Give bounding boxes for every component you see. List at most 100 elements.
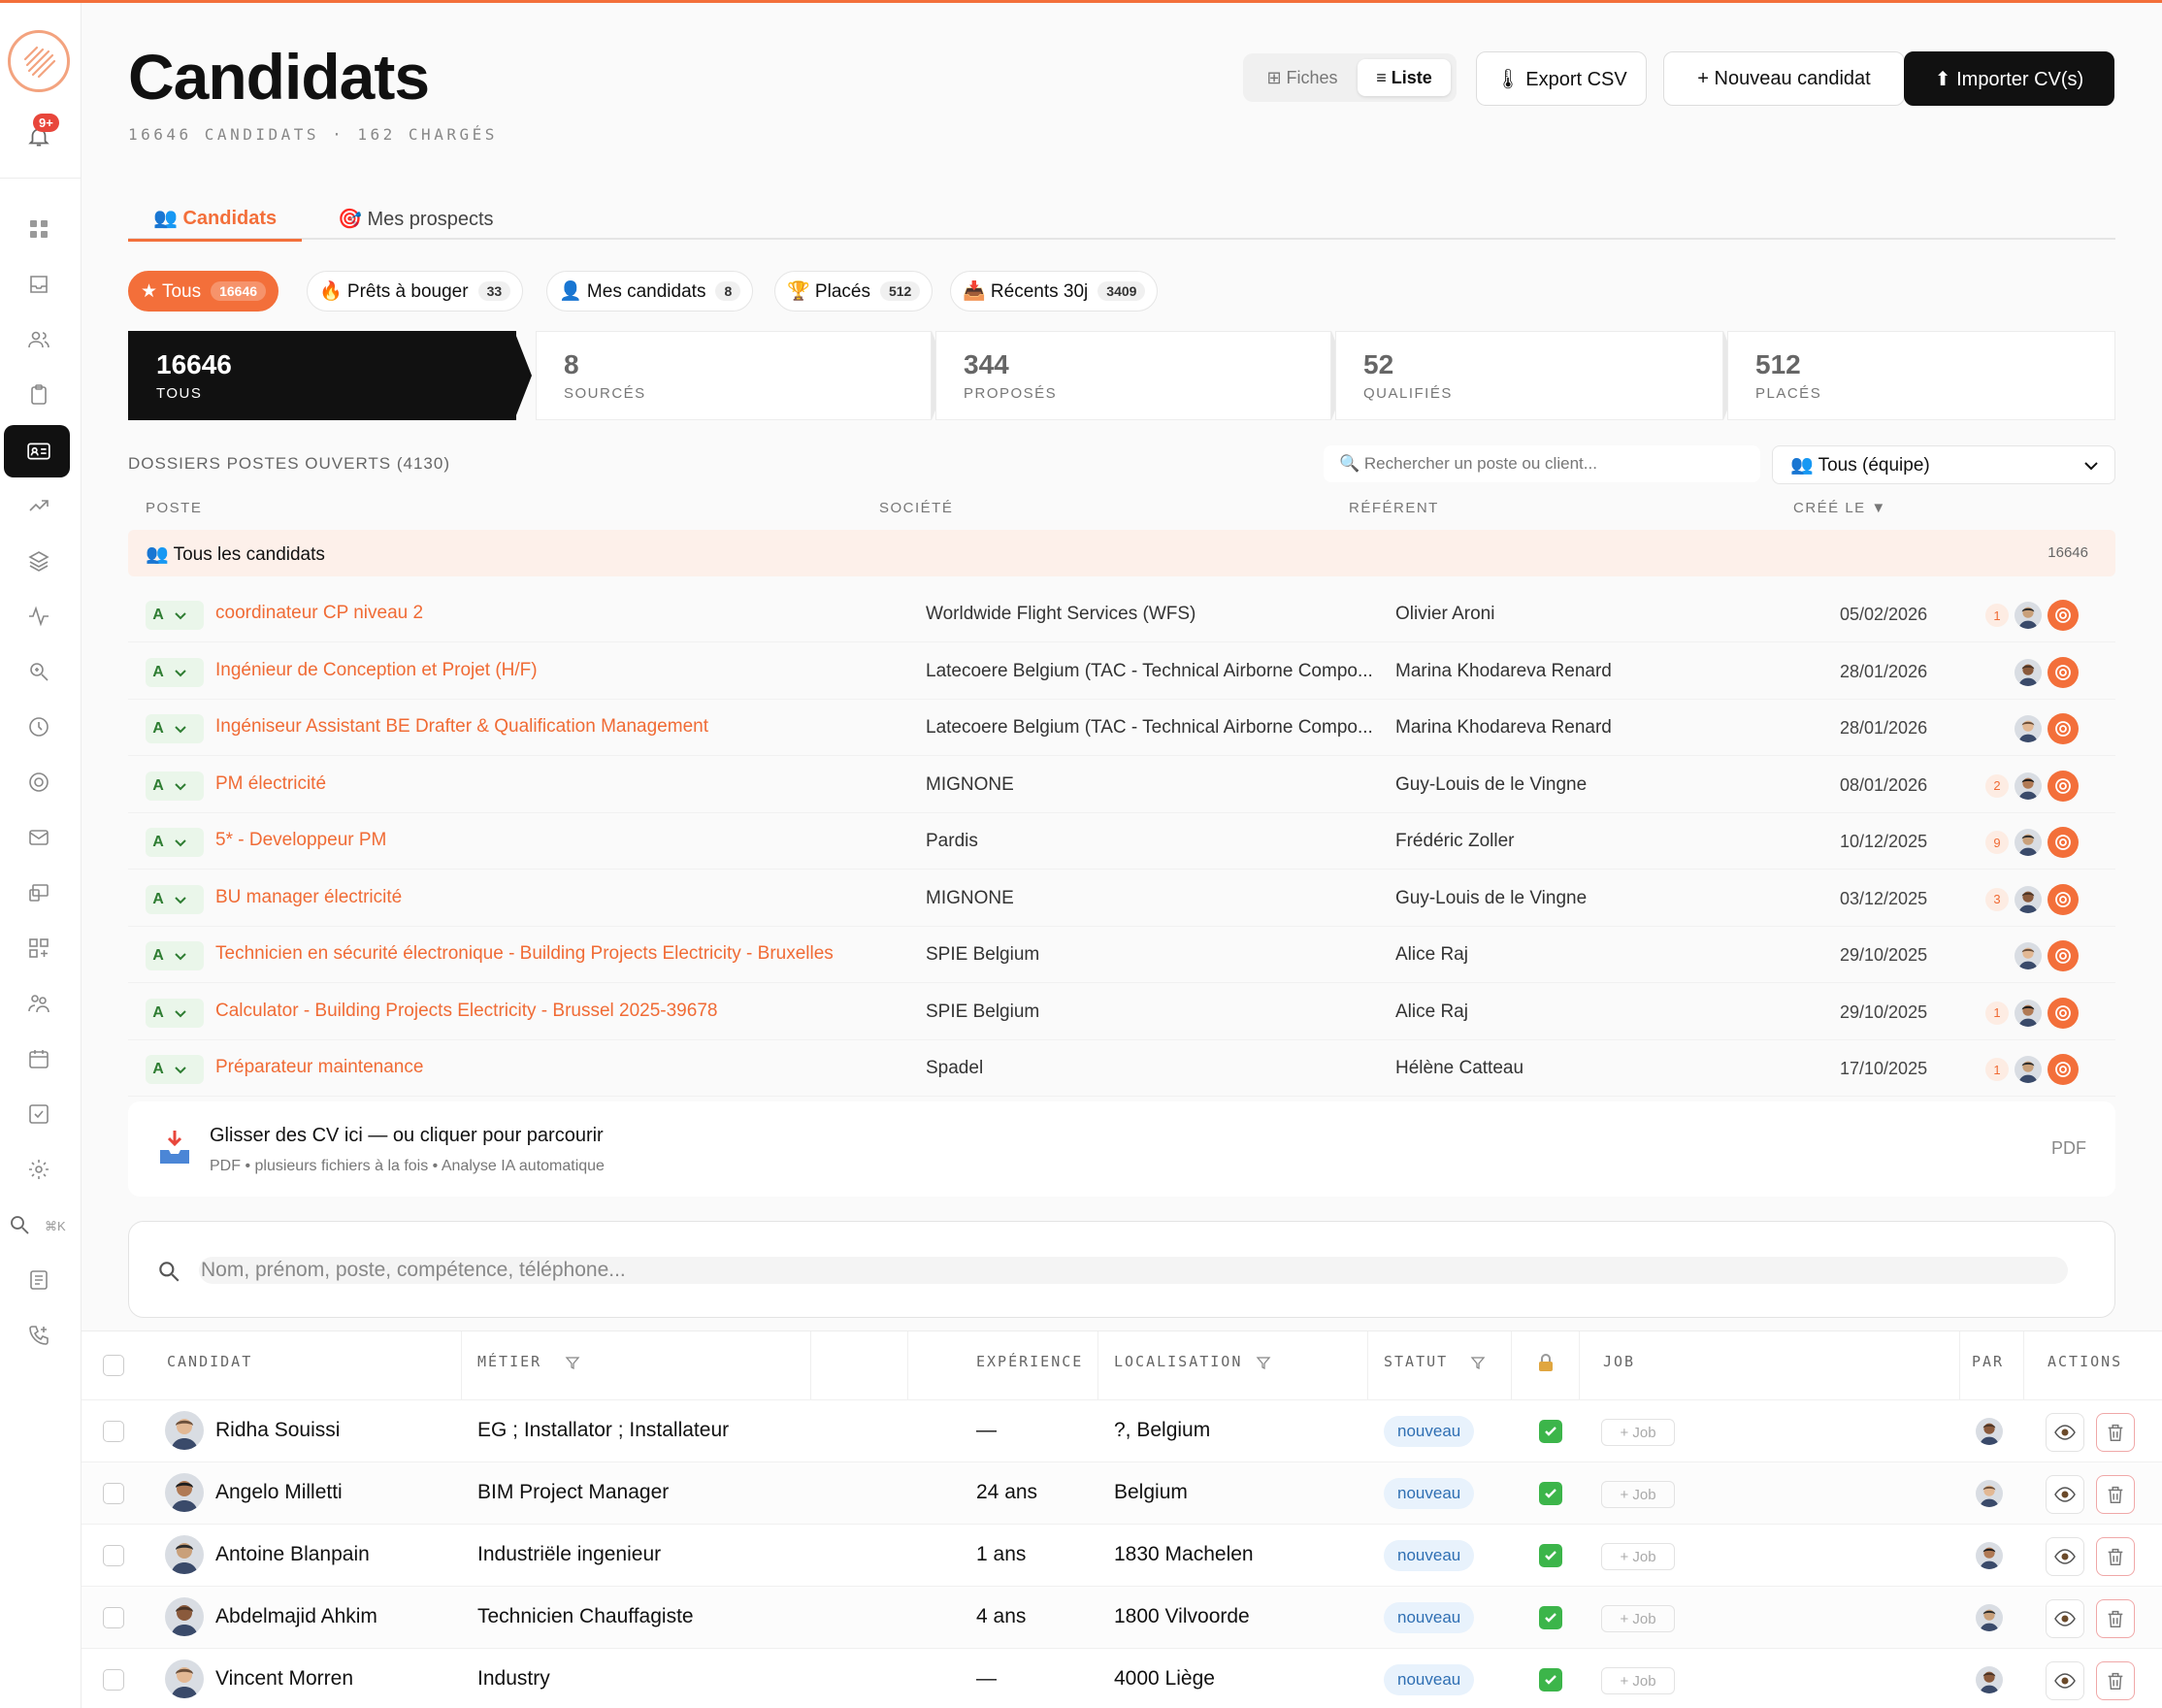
checked-icon[interactable] [1539,1606,1562,1629]
sidebar-item-team[interactable] [21,986,56,1021]
target-button[interactable] [2047,713,2079,744]
dossier-row[interactable]: A Technicien en sécurité électronique - B… [128,927,2115,983]
poste-search-input[interactable]: 🔍 Rechercher un poste ou client... [1324,445,1760,482]
delete-button[interactable] [2096,1537,2135,1576]
grade-dropdown[interactable]: A [146,771,204,801]
poste-link[interactable]: Calculator - Building Projects Electrici… [215,1001,717,1022]
add-job-button[interactable]: + Job [1601,1481,1675,1508]
notifications-button[interactable]: 9+ [21,114,59,154]
filter-funnel-icon[interactable] [1256,1355,1271,1370]
candidate-name[interactable]: Antoine Blanpain [215,1543,370,1566]
delete-button[interactable] [2096,1661,2135,1700]
sidebar-item-layers[interactable] [21,543,56,578]
funnel-stage-places[interactable]: 512 PLACÉS [1727,331,2115,420]
sidebar-item-settings[interactable] [21,1152,56,1187]
row-checkbox[interactable] [103,1483,124,1504]
funnel-stage-tous[interactable]: 16646 TOUS [128,331,516,420]
grade-dropdown[interactable]: A [146,941,204,970]
poste-link[interactable]: PM électricité [215,773,326,795]
candidate-name[interactable]: Ridha Souissi [215,1419,340,1442]
new-candidate-button[interactable]: + Nouveau candidat [1663,51,1905,106]
add-job-button[interactable]: + Job [1601,1667,1675,1694]
grade-dropdown[interactable]: A [146,998,204,1028]
poste-link[interactable]: Ingénieur de Conception et Projet (H/F) [215,660,538,681]
export-csv-button[interactable]: 🌡 Export CSV [1476,51,1647,106]
dossier-row[interactable]: Acoordinateur CP niveau 2 Worldwide Fligh… [128,586,2115,642]
poste-link[interactable]: Technicien en sécurité électronique - Bu… [215,943,834,965]
grid-header-experience[interactable]: EXPÉRIENCE [976,1353,1083,1370]
add-job-button[interactable]: + Job [1601,1605,1675,1632]
grid-header-candidat[interactable]: CANDIDAT [167,1353,252,1370]
sidebar-item-mail[interactable] [21,820,56,855]
table-row[interactable]: Angelo Milletti BIM Project Manager 24 ans… [82,1462,2162,1524]
table-row[interactable]: Ridha Souissi EG ; Installator ; Installa… [82,1399,2162,1462]
target-button[interactable] [2047,997,2079,1029]
dossier-row[interactable]: A PM électricité MIGNONE Guy-Louis de le Vi… [128,757,2115,813]
tab-candidats[interactable]: 👥 Candidats [128,197,303,242]
filter-mes-candidats[interactable]: 👤 Mes candidats 8 [546,271,754,312]
table-row[interactable]: Antoine Blanpain Industriële ingenieur 1 a… [82,1524,2162,1586]
row-checkbox[interactable] [103,1669,124,1691]
filter-prets-a-bouger[interactable]: 🔥 Prêts à bouger 33 [307,271,524,312]
filter-recents-30j[interactable]: 📥 Récents 30j 3409 [950,271,1159,312]
candidate-name[interactable]: Abdelmajid Ahkim [215,1605,377,1628]
grade-dropdown[interactable]: A [146,714,204,743]
col-header-referent[interactable]: RÉFÉRENT [1349,500,1439,516]
sidebar-item-analytics[interactable] [21,488,56,523]
view-button[interactable] [2046,1599,2084,1638]
candidate-name[interactable]: Vincent Morren [215,1667,353,1691]
poste-link[interactable]: coordinateur CP niveau 2 [215,603,423,624]
filter-places[interactable]: 🏆 Placés 512 [774,271,934,312]
checked-icon[interactable] [1539,1544,1562,1567]
grid-header-metier[interactable]: MÉTIER [477,1353,541,1370]
add-job-button[interactable]: + Job [1601,1543,1675,1570]
col-header-cree-le[interactable]: CRÉÉ LE ▼ [1793,500,1887,516]
table-row[interactable]: Abdelmajid Ahkim Technicien Chauffagiste 4… [82,1586,2162,1648]
funnel-stage-qualifies[interactable]: 52 QUALIFIÉS [1335,331,1723,420]
table-row[interactable]: Vincent Morren Industry — 4000 Liège nouveau… [82,1648,2162,1708]
delete-button[interactable] [2096,1599,2135,1638]
sidebar-item-history[interactable] [21,709,56,744]
sidebar-item-search-zoom[interactable] [21,654,56,689]
all-candidates-row[interactable]: 👥 Tous les candidats 16646 [128,530,2115,576]
checked-icon[interactable] [1539,1420,1562,1443]
sidebar-item-activity[interactable] [21,599,56,634]
sidebar-item-candidates[interactable] [21,434,56,469]
grid-header-localisation[interactable]: LOCALISATION [1114,1353,1242,1370]
sidebar-item-phone[interactable] [21,1318,56,1353]
dossier-row[interactable]: A Ingénieur de Conception et Projet (H/F)… [128,643,2115,700]
filter-tous[interactable]: ★ Tous 16646 [128,271,279,312]
status-badge[interactable]: nouveau [1384,1602,1475,1633]
sidebar-item-inbox[interactable] [21,267,56,302]
dossier-row[interactable]: A Calculator - Building Projects Electric… [128,984,2115,1040]
checked-icon[interactable] [1539,1482,1562,1505]
sidebar-item-calendar[interactable] [21,1041,56,1076]
delete-button[interactable] [2096,1475,2135,1514]
delete-button[interactable] [2096,1413,2135,1452]
poste-link[interactable]: Préparateur maintenance [215,1057,423,1078]
view-button[interactable] [2046,1413,2084,1452]
status-badge[interactable]: nouveau [1384,1416,1475,1447]
poste-link[interactable]: Ingéniseur Assistant BE Drafter & Qualif… [215,716,708,738]
status-badge[interactable]: nouveau [1384,1664,1475,1695]
sidebar-item-apps[interactable] [21,931,56,966]
team-select[interactable]: 👥 Tous (équipe) [1772,445,2115,484]
view-fiches-button[interactable]: ⊞ Fiches [1249,59,1356,96]
grade-dropdown[interactable]: A [146,884,204,914]
filter-funnel-icon[interactable] [565,1355,580,1370]
candidate-search-input[interactable]: Nom, prénom, poste, compétence, téléphon… [199,1257,2068,1284]
sidebar-item-devices[interactable] [21,875,56,910]
poste-link[interactable]: BU manager électricité [215,887,402,908]
dossier-row[interactable]: A Ingéniseur Assistant BE Drafter & Quali… [128,700,2115,756]
checked-icon[interactable] [1539,1668,1562,1692]
status-badge[interactable]: nouveau [1384,1540,1475,1571]
view-button[interactable] [2046,1475,2084,1514]
sidebar-item-dashboard[interactable] [21,212,56,246]
dossier-row[interactable]: A 5* - Developpeur PM Pardis Frédéric Zolle… [128,813,2115,870]
view-liste-button[interactable]: ≡ Liste [1358,59,1451,96]
tab-mes-prospects[interactable]: 🎯 Mes prospects [322,197,509,240]
import-cv-button[interactable]: ⬆ Importer CV(s) [1904,51,2114,106]
target-button[interactable] [2047,1054,2079,1085]
grade-dropdown[interactable]: A [146,1055,204,1084]
sidebar-search-button[interactable] [2,1207,37,1242]
